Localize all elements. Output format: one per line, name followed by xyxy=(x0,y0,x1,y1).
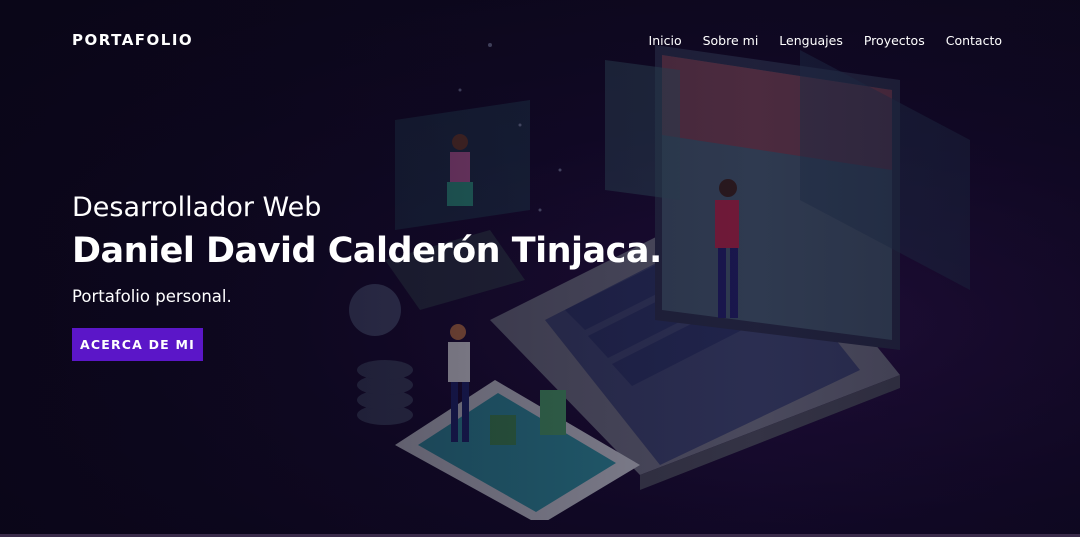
nav-item-proyectos[interactable]: Proyectos xyxy=(864,33,925,48)
nav-item-inicio[interactable]: Inicio xyxy=(649,33,682,48)
brand-logo[interactable]: PORTAFOLIO xyxy=(72,31,193,49)
hero-tagline: Portafolio personal. xyxy=(72,287,232,306)
hero-name-period: . xyxy=(649,231,662,271)
nav-item-contacto[interactable]: Contacto xyxy=(946,33,1002,48)
hero-name-text: Daniel David Calderón Tinjaca xyxy=(72,231,650,271)
hero-content: Desarrollador Web Daniel David Calderón … xyxy=(72,190,662,361)
nav-item-sobre-mi[interactable]: Sobre mi xyxy=(703,33,759,48)
nav-links: Inicio Sobre mi Lenguajes Proyectos Cont… xyxy=(649,33,1002,48)
nav-item-lenguajes[interactable]: Lenguajes xyxy=(779,33,843,48)
hero-name: Daniel David Calderón Tinjaca. xyxy=(72,226,662,276)
top-navbar: PORTAFOLIO Inicio Sobre mi Lenguajes Pro… xyxy=(0,0,1080,80)
about-me-button[interactable]: ACERCA DE MI xyxy=(72,328,203,361)
hero-subtitle: Desarrollador Web xyxy=(72,192,322,223)
